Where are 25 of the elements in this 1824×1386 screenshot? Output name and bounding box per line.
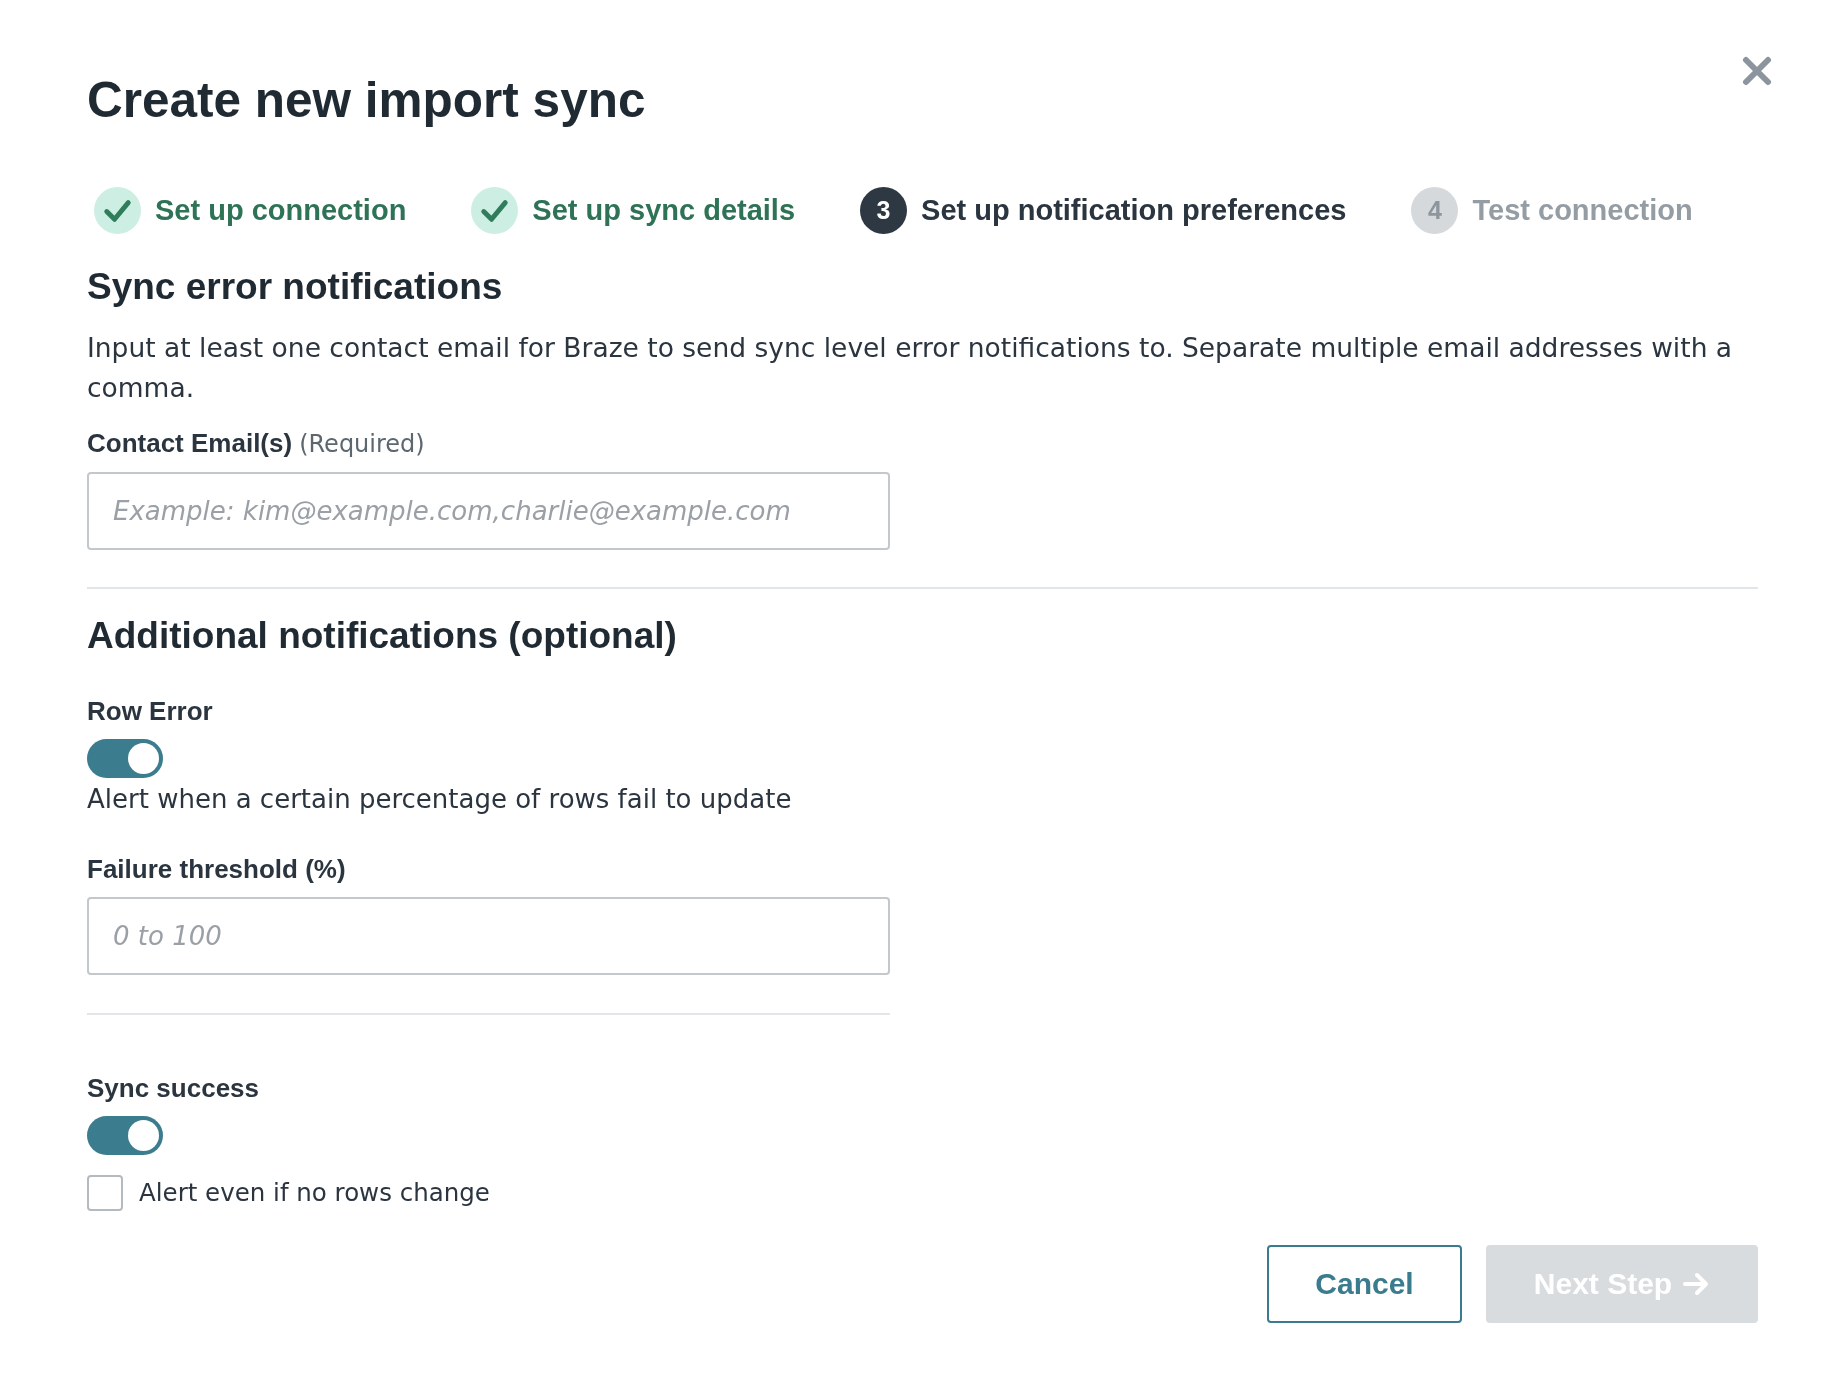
cancel-button[interactable]: Cancel: [1267, 1245, 1462, 1323]
section-heading: Additional notifications (optional): [87, 616, 678, 656]
step-number: 4: [1411, 187, 1459, 234]
threshold-input[interactable]: 0 to 100: [87, 897, 890, 975]
arrow-right-icon: [1682, 1272, 1711, 1296]
section-description: Input at least one contact email for Braze to send sync level error notifications to. Separate multiple email addresses with a comma.: [87, 331, 1734, 405]
field-label: Failure threshold (%): [87, 854, 347, 884]
step-number: 3: [860, 187, 908, 234]
section-heading: Sync error notifications: [87, 267, 504, 307]
step-label: Set up notification preferences: [921, 194, 1347, 227]
setting-description: Alert when a certain percentage of rows fail to update: [87, 783, 793, 815]
toggle-switch[interactable]: [87, 739, 163, 778]
checkbox[interactable]: [87, 1175, 123, 1211]
toggle-switch[interactable]: [87, 1116, 163, 1155]
setting-label: Sync success: [87, 1073, 260, 1103]
checkbox-label: Alert even if no rows change: [139, 1177, 490, 1209]
close-button[interactable]: [1742, 56, 1772, 86]
step-label: Set up sync details: [532, 194, 796, 227]
step-label: Test connection: [1472, 194, 1693, 227]
email-input[interactable]: Example: kim@example.com,charlie@example.com: [87, 472, 890, 550]
dialog-title: Create new import sync: [87, 71, 646, 129]
required-hint: (Required): [299, 429, 425, 459]
field-label: Contact Email(s): [87, 428, 293, 458]
step-label: Set up connection: [155, 194, 407, 227]
setting-label: Row Error: [87, 696, 214, 726]
